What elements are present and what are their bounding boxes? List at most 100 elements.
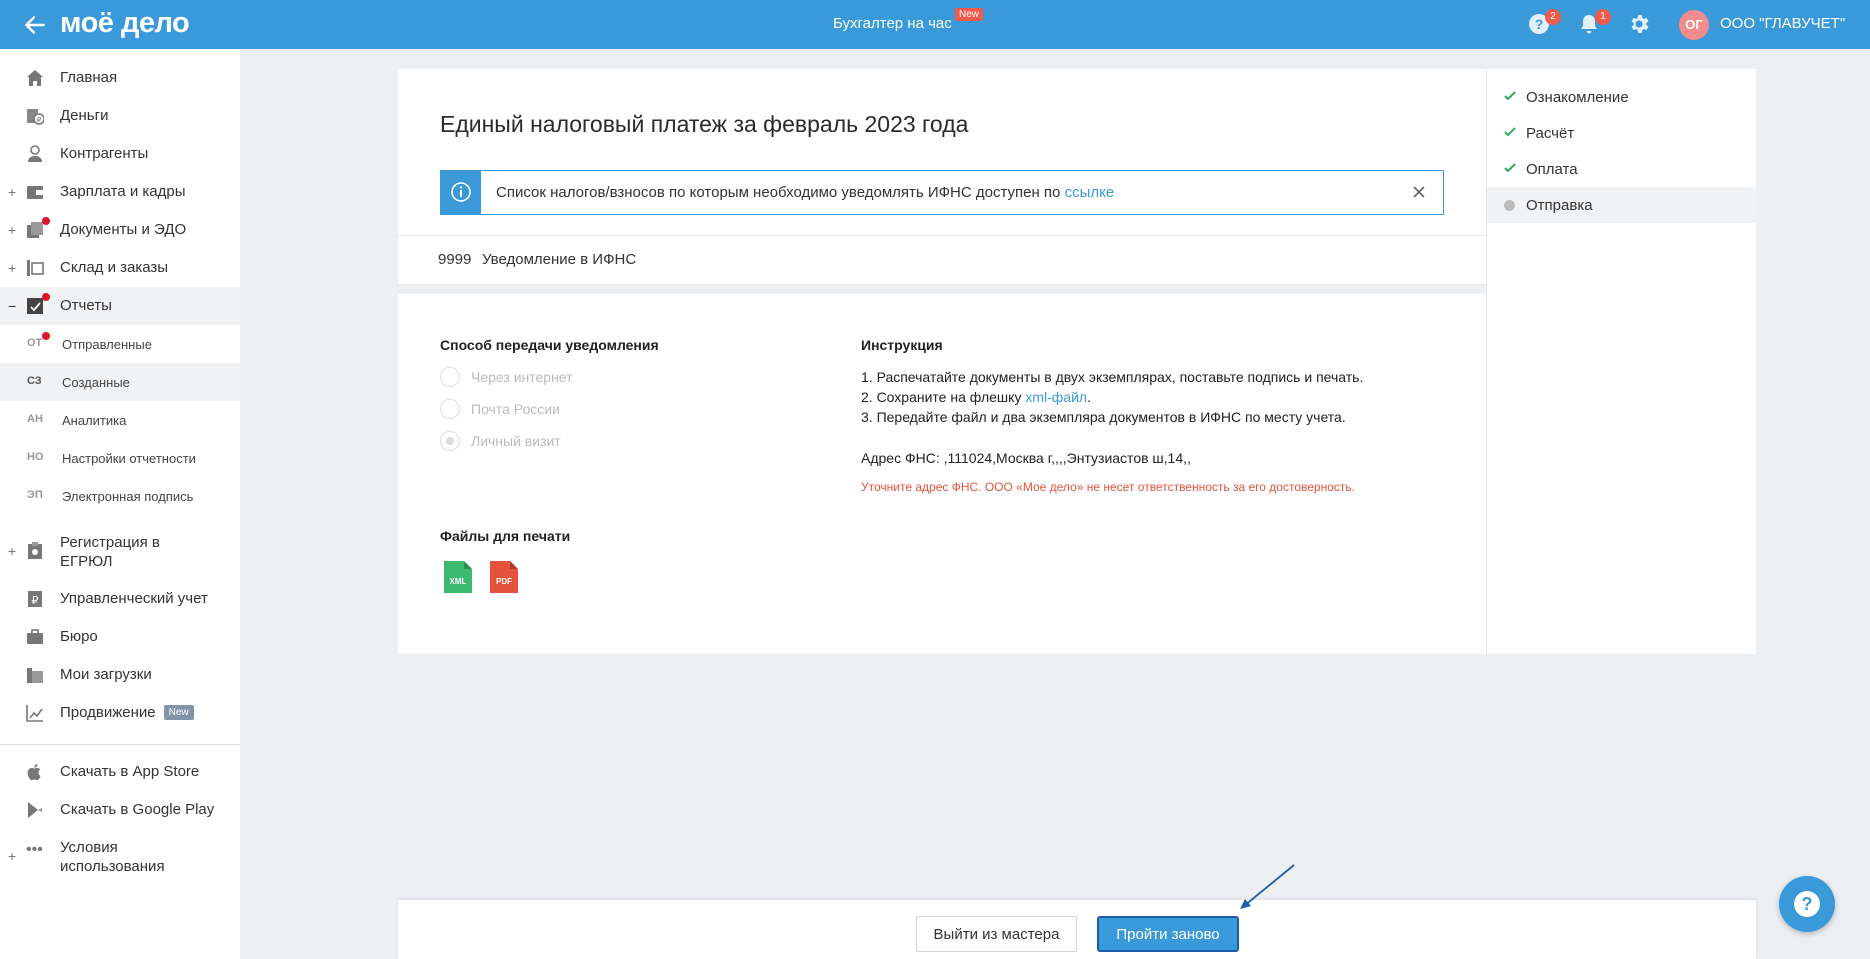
- help-chat-button[interactable]: ?: [1779, 876, 1835, 932]
- step-payment[interactable]: Оплата: [1487, 151, 1756, 187]
- hourly-accountant-link[interactable]: Бухгалтер на час: [833, 15, 952, 32]
- sidebar-item-salary[interactable]: + Зарплата и кадры: [0, 173, 240, 211]
- sidebar-item-google-play[interactable]: Скачать в Google Play: [0, 791, 240, 829]
- sidebar-item-registration[interactable]: + Регистрация в ЕГРЮЛ: [0, 532, 240, 576]
- restart-button[interactable]: Пройти заново: [1097, 916, 1239, 952]
- warehouse-icon: [27, 260, 44, 276]
- notification-dot: [42, 217, 50, 225]
- folder-icon: [27, 668, 43, 683]
- subitem-abbr: СЗ: [27, 375, 42, 387]
- sidebar-item-label: Бюро: [60, 628, 98, 645]
- xml-file-link[interactable]: xml-файл: [1025, 389, 1087, 405]
- expand-plus-icon[interactable]: +: [8, 222, 16, 238]
- subitem-abbr: ЭП: [27, 489, 43, 501]
- expand-plus-icon[interactable]: +: [8, 848, 16, 864]
- radio-label-post: Почта России: [471, 401, 560, 417]
- sidebar-item-app-store[interactable]: Скачать в App Store: [0, 753, 240, 791]
- top-bar: моё дело Бухгалтер на час New ? 2 1 ОГ О…: [0, 0, 1870, 49]
- sidebar-subitem-e-signature[interactable]: ЭП Электронная подпись: [0, 477, 240, 515]
- ruble-doc-icon: ₽: [28, 591, 42, 607]
- instruction-step-2: 2. Сохраните на флешку xml-файл.: [861, 389, 1091, 405]
- sidebar-subitem-created[interactable]: СЗ Созданные: [0, 363, 240, 401]
- svg-text:?: ?: [1535, 16, 1544, 32]
- sidebar-subitem-analytics[interactable]: АН Аналитика: [0, 401, 240, 439]
- notice-code: 9999: [438, 251, 472, 268]
- company-name[interactable]: ООО "ГЛАВУЧЕТ": [1720, 15, 1845, 32]
- close-icon[interactable]: [1411, 184, 1427, 200]
- briefcase-icon: [27, 629, 43, 644]
- subitem-label: Созданные: [62, 375, 130, 390]
- sidebar-item-reports[interactable]: − Отчеты: [0, 287, 240, 325]
- sidebar: Главная ₽ Деньги Контрагенты + Зарплата …: [0, 49, 240, 959]
- sidebar-item-label: Регистрация в ЕГРЮЛ: [60, 534, 160, 570]
- sidebar-subitem-sent[interactable]: ОТ Отправленные: [0, 325, 240, 363]
- chart-icon: [26, 705, 43, 722]
- sidebar-item-label: Мои загрузки: [60, 666, 152, 683]
- avatar[interactable]: ОГ: [1679, 10, 1709, 40]
- sidebar-item-label: Управленческий учет: [60, 590, 208, 607]
- sidebar-item-documents[interactable]: + Документы и ЭДО: [0, 211, 240, 249]
- wallet-icon: [27, 186, 43, 199]
- money-icon: ₽: [27, 109, 44, 125]
- new-badge: New: [955, 8, 984, 21]
- subitem-label: Настройки отчетности: [62, 451, 196, 466]
- expand-plus-icon[interactable]: +: [8, 543, 16, 559]
- pdf-file-icon[interactable]: PDF: [490, 561, 518, 593]
- check-icon: [1504, 127, 1516, 137]
- fns-address: Адрес ФНС: ,111024,Москва г,,,,Энтузиаст…: [861, 450, 1191, 466]
- sidebar-item-label: Условия использования: [60, 839, 165, 875]
- sidebar-subitem-report-settings[interactable]: НО Настройки отчетности: [0, 439, 240, 477]
- print-files-title: Файлы для печати: [440, 528, 571, 544]
- svg-text:₽: ₽: [32, 594, 39, 607]
- sidebar-item-label: Зарплата и кадры: [60, 183, 186, 200]
- sidebar-item-downloads[interactable]: Мои загрузки: [0, 656, 240, 694]
- divider: [398, 284, 1486, 285]
- sidebar-item-home[interactable]: Главная: [0, 59, 240, 97]
- google-play-icon: [28, 802, 42, 818]
- sidebar-item-promotion[interactable]: Продвижение New: [0, 694, 240, 732]
- sidebar-item-warehouse[interactable]: + Склад и заказы: [0, 249, 240, 287]
- sidebar-item-money[interactable]: ₽ Деньги: [0, 97, 240, 135]
- notice-name: Уведомление в ИФНС: [482, 251, 637, 268]
- info-text: Список налогов/взносов по которым необхо…: [496, 184, 1065, 201]
- instruction-step-1: 1. Распечатайте документы в двух экземпл…: [861, 369, 1364, 385]
- radio-personal-visit[interactable]: [440, 431, 460, 451]
- logo[interactable]: моё дело: [60, 7, 190, 40]
- radio-internet[interactable]: [440, 367, 460, 387]
- annotation-arrow-icon: [1240, 864, 1295, 909]
- sidebar-item-label: Деньги: [60, 107, 109, 124]
- sidebar-item-contractors[interactable]: Контрагенты: [0, 135, 240, 173]
- sidebar-item-management[interactable]: ₽ Управленческий учет: [0, 580, 240, 618]
- step-intro[interactable]: Ознакомление: [1487, 79, 1756, 115]
- step-label: Расчёт: [1526, 125, 1575, 142]
- radio-label-internet: Через интернет: [471, 369, 573, 385]
- sidebar-item-label: Скачать в Google Play: [60, 801, 215, 818]
- instructions-title: Инструкция: [861, 337, 943, 353]
- expand-plus-icon[interactable]: +: [8, 184, 16, 200]
- radio-post[interactable]: [440, 399, 460, 419]
- step-label: Оплата: [1526, 161, 1578, 178]
- info-link[interactable]: ссылке: [1065, 184, 1115, 201]
- exit-wizard-button[interactable]: Выйти из мастера: [916, 916, 1077, 952]
- registration-icon: [28, 542, 42, 559]
- sidebar-item-label: Главная: [60, 69, 118, 86]
- new-badge: New: [163, 705, 194, 720]
- back-arrow-icon[interactable]: [22, 12, 48, 38]
- xml-label: XML: [450, 577, 467, 586]
- step-sending[interactable]: Отправка: [1487, 187, 1756, 223]
- divider: [398, 235, 1486, 236]
- gear-icon[interactable]: [1627, 12, 1651, 36]
- step-label: Отправка: [1526, 197, 1593, 214]
- notification-dot: [42, 293, 50, 301]
- expand-plus-icon[interactable]: +: [8, 260, 16, 276]
- check-icon: [1504, 163, 1516, 173]
- step-calculation[interactable]: Расчёт: [1487, 115, 1756, 151]
- collapse-minus-icon[interactable]: −: [8, 298, 16, 314]
- subitem-label: Электронная подпись: [62, 489, 194, 504]
- sidebar-item-label: Скачать в App Store: [60, 763, 200, 780]
- documents-icon: [27, 222, 43, 238]
- instruction-step-2-text: 2. Сохраните на флешку: [861, 389, 1026, 405]
- sidebar-item-bureau[interactable]: Бюро: [0, 618, 240, 656]
- xml-file-icon[interactable]: XML: [444, 561, 472, 593]
- sidebar-item-terms[interactable]: + ••• Условия использования: [0, 837, 240, 881]
